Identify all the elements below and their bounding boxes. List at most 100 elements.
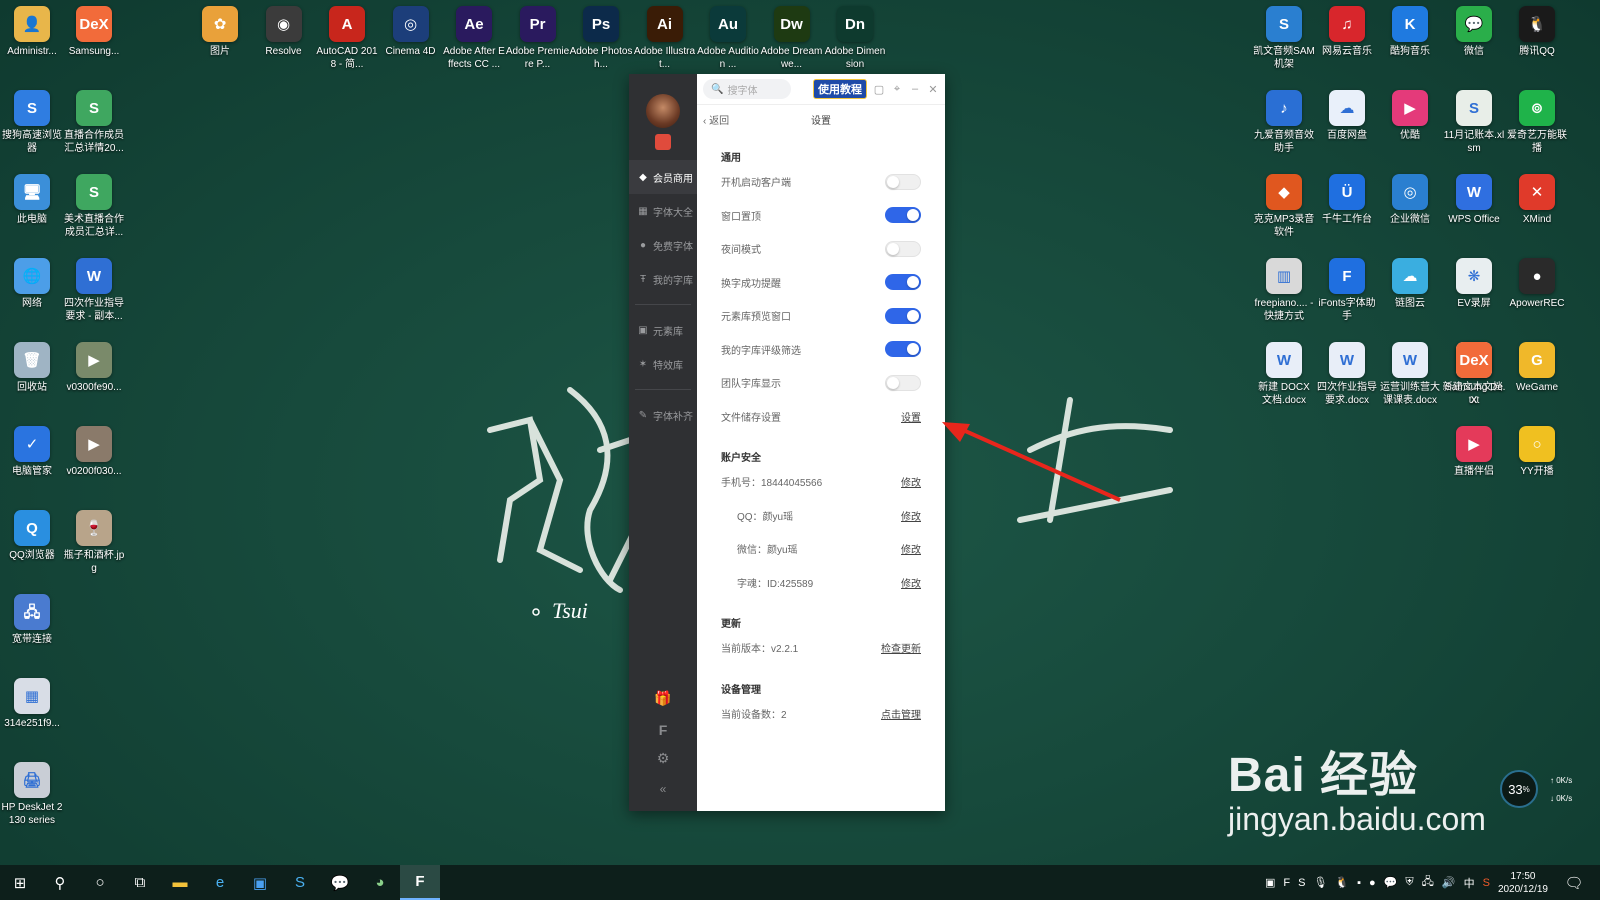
mic-icon[interactable]: 🎙 xyxy=(1313,876,1327,889)
setting-toggle[interactable] xyxy=(885,173,921,190)
sam-taskbar-icon[interactable]: S xyxy=(280,865,320,900)
desktop-icon[interactable]: W 四次作业指导要求 - 副本... xyxy=(62,258,126,323)
desktop-icon[interactable]: DeX Samsung... xyxy=(62,6,126,58)
desktop-icon[interactable]: K 酷狗音乐 xyxy=(1378,6,1442,58)
desktop-icon[interactable]: ▥ freepiano.... - 快捷方式 xyxy=(1252,258,1316,323)
app-taskbar-icon[interactable]: ◕ xyxy=(360,865,400,900)
desktop-icon[interactable]: 🖥 此电脑 xyxy=(0,174,64,226)
desktop-icon[interactable]: A AutoCAD 2018 - 简... xyxy=(315,6,379,71)
sidebar-item[interactable]: ▣ 元素库 xyxy=(629,313,697,347)
desktop-icon[interactable]: G WeGame xyxy=(1505,342,1569,394)
desktop-icon[interactable]: 🖧 宽带连接 xyxy=(0,594,64,646)
wps-taskbar-icon[interactable]: ▣ xyxy=(240,865,280,900)
desktop-icon[interactable]: ◆ 克克MP3录音软件 xyxy=(1252,174,1316,239)
manage-devices-link[interactable]: 点击管理 xyxy=(881,706,921,721)
clock[interactable]: 17:50 2020/12/19 xyxy=(1498,870,1548,896)
desktop-icon[interactable]: ❋ EV录屏 xyxy=(1442,258,1506,310)
setting-toggle[interactable] xyxy=(885,207,921,224)
desktop-icon[interactable]: S 11月记账本.xlsm xyxy=(1442,90,1506,155)
skin-icon[interactable]: ▢ xyxy=(873,83,885,96)
settings-gear-icon[interactable]: ⚙ xyxy=(629,750,697,767)
netspeed-widget[interactable]: 33% ↑ 0K/s ↓ 0K/s xyxy=(1500,770,1584,810)
desktop-icon[interactable]: 🖨 HP DeskJet 2130 series xyxy=(0,762,64,827)
gift-icon[interactable]: 🎁 xyxy=(629,690,697,707)
desktop-icon[interactable]: Pr Adobe Premiere P... xyxy=(506,6,570,71)
pin-icon[interactable]: ⌖ xyxy=(891,83,903,96)
setting-toggle[interactable] xyxy=(885,240,921,257)
desktop-icon[interactable]: S 凯文音频SAM机架 xyxy=(1252,6,1316,71)
desktop-icon[interactable]: S 直播合作成员汇总详情20... xyxy=(62,90,126,155)
desktop-icon[interactable]: 👤 Administr... xyxy=(0,6,64,58)
file-explorer-icon[interactable]: ▬ xyxy=(160,865,200,900)
sogou-ime-icon[interactable]: S xyxy=(1483,877,1490,889)
desktop-icon[interactable]: Dn Adobe Dimension xyxy=(823,6,887,71)
font-logo-icon[interactable]: F xyxy=(629,722,697,738)
setting-toggle[interactable] xyxy=(885,341,921,358)
desktop-icon[interactable]: ▶ v0300fe90... xyxy=(62,342,126,394)
desktop-icon[interactable]: W 运营训练营大课课表.docx xyxy=(1378,342,1442,407)
desktop-icon[interactable]: S 美术直播合作成员汇总详... xyxy=(62,174,126,239)
edge-browser-icon[interactable]: e xyxy=(200,865,240,900)
collapse-icon[interactable]: « xyxy=(629,782,697,796)
desktop-icon[interactable]: ▦ 314e251f9... xyxy=(0,678,64,730)
minimize-icon[interactable]: – xyxy=(909,83,921,95)
sidebar-item[interactable]: Ŧ 我的字库 xyxy=(629,262,697,296)
desktop-icon[interactable]: ☁ 百度网盘 xyxy=(1315,90,1379,142)
cortana-icon[interactable]: ○ xyxy=(80,865,120,900)
tray-shield-icon[interactable]: ⛨ xyxy=(1405,876,1413,889)
desktop-icon[interactable]: ♪ 九爱音频音效助手 xyxy=(1252,90,1316,155)
edit-qq-link[interactable]: 修改 xyxy=(901,508,921,523)
setting-toggle[interactable] xyxy=(885,307,921,324)
font-app-taskbar-icon[interactable]: F xyxy=(400,865,440,900)
tray-app-icon[interactable]: ▣ xyxy=(1265,876,1275,889)
avatar[interactable] xyxy=(646,94,680,128)
check-update-link[interactable]: 检查更新 xyxy=(881,640,921,655)
tray-sam-icon[interactable]: S xyxy=(1298,877,1305,889)
desktop-icon[interactable]: ✿ 图片 xyxy=(188,6,252,58)
task-view-icon[interactable]: ⧉ xyxy=(120,865,160,900)
desktop-icon[interactable]: W WPS Office xyxy=(1442,174,1506,226)
search-icon[interactable]: ⚲ xyxy=(40,865,80,900)
desktop-icon[interactable]: ✓ 电脑管家 xyxy=(0,426,64,478)
sidebar-item[interactable]: ▦ 字体大全 xyxy=(629,194,697,228)
wechat-taskbar-icon[interactable]: 💬 xyxy=(320,865,360,900)
setting-toggle[interactable] xyxy=(885,374,921,391)
tray-wechat-icon[interactable]: 💬 xyxy=(1384,876,1398,889)
edit-wechat-link[interactable]: 修改 xyxy=(901,541,921,556)
desktop-icon[interactable]: 🍷 瓶子和酒杯.jpg xyxy=(62,510,126,575)
desktop-icon[interactable]: ● ApowerREC xyxy=(1505,258,1569,310)
vip-badge-icon[interactable] xyxy=(655,134,671,150)
desktop-icon[interactable]: ◎ Cinema 4D xyxy=(379,6,443,58)
desktop-icon[interactable]: W 新建 DOCX 文档.docx xyxy=(1252,342,1316,407)
desktop-icon[interactable]: 🌐 网络 xyxy=(0,258,64,310)
desktop-icon[interactable]: W 四次作业指导要求.docx xyxy=(1315,342,1379,407)
desktop-icon[interactable]: 💬 微信 xyxy=(1442,6,1506,58)
setting-toggle[interactable] xyxy=(885,274,921,291)
desktop-icon[interactable]: FiFonts字体助手 xyxy=(1315,258,1379,323)
desktop-icon[interactable]: ▶ 优酷 xyxy=(1378,90,1442,142)
storage-settings-link[interactable]: 设置 xyxy=(901,409,921,424)
desktop-icon[interactable]: Ü 千牛工作台 xyxy=(1315,174,1379,226)
tray-qq-icon[interactable]: 🐧 xyxy=(1335,876,1349,889)
sidebar-item[interactable]: ● 免费字体 xyxy=(629,228,697,262)
sidebar-item[interactable]: ✶ 特效库 xyxy=(629,347,697,381)
desktop-icon[interactable]: Ae Adobe After Effects CC ... xyxy=(442,6,506,71)
desktop-icon[interactable]: 🗑 回收站 xyxy=(0,342,64,394)
notification-icon[interactable]: 🗨 xyxy=(1554,865,1594,900)
desktop-icon[interactable]: ○ YY开播 xyxy=(1505,426,1569,478)
desktop-icon[interactable]: ▶ v0200f030... xyxy=(62,426,126,478)
edit-phone-link[interactable]: 修改 xyxy=(901,474,921,489)
desktop-icon[interactable]: ▶ 直播伴侣 xyxy=(1442,426,1506,478)
desktop-icon[interactable]: Ai Adobe Illustrat... xyxy=(633,6,697,71)
desktop-icon[interactable]: Q QQ浏览器 xyxy=(0,510,64,562)
desktop-icon[interactable]: ✕ XMind xyxy=(1505,174,1569,226)
volume-icon[interactable]: 🔊 xyxy=(1442,876,1456,889)
desktop-icon[interactable]: S 搜狗高速浏览器 xyxy=(0,90,64,155)
search-input[interactable]: 🔍 搜字体 xyxy=(703,79,791,99)
edit-zihun-link[interactable]: 修改 xyxy=(901,575,921,590)
network-tray-icon[interactable]: 🖧 xyxy=(1422,873,1434,892)
desktop-icon[interactable]: ⊚ 爱奇艺万能联播 xyxy=(1505,90,1569,155)
tray-nvidia-icon[interactable]: ▪ xyxy=(1357,877,1361,889)
desktop-icon[interactable]: ☁ 链图云 xyxy=(1378,258,1442,310)
desktop-icon[interactable]: ◉ Resolve xyxy=(252,6,316,58)
